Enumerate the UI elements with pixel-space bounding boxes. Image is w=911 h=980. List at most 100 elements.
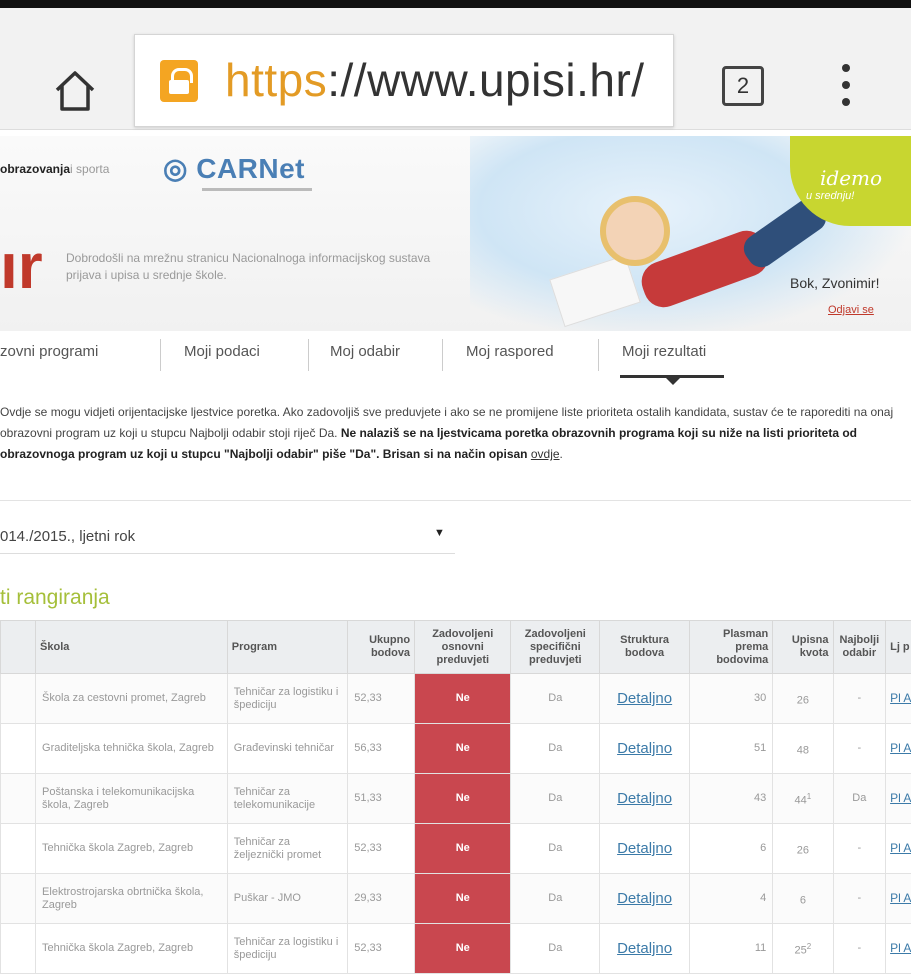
rankings-table: Škola Program Ukupno bodova Zadovoljeni … [0,620,911,974]
carnet-logo[interactable]: ◎ CARNet [163,152,305,185]
cell-edge-link[interactable]: Pl Ab [885,823,911,874]
details-link[interactable]: Detaljno [599,923,691,974]
cell-specific-prereq: Da [510,773,601,824]
col-header-edge: Lj p [885,620,911,674]
home-icon[interactable] [52,68,98,114]
carnet-tagline [202,188,312,191]
cell-basic-prereq: Ne [414,723,512,774]
cell-basic-prereq: Ne [414,873,512,924]
cell-program: Tehničar za logistiku i špediciju [226,923,349,974]
cell-points: 56,33 [347,723,416,774]
nav-item-my-choice[interactable]: Moj odabir [330,343,400,360]
site-logo[interactable]: ır [0,234,43,298]
row-index [0,673,37,724]
table-row: Škola za cestovni promet, Zagreb Tehniča… [0,673,911,724]
cell-edge-link[interactable]: Pl Ab [885,923,911,974]
cell-quota: 252 [772,923,834,974]
divider [0,500,911,501]
cell-edge-link[interactable]: Pl Ab [885,773,911,824]
cell-points: 52,33 [347,673,416,724]
col-header-basic-prereq: Zadovoljeni osnovni preduvjeti [414,620,512,674]
cell-best-choice: - [832,723,887,774]
col-header-best-choice: Najbolji odabir [832,620,887,674]
cell-placement: 4 [689,873,774,924]
details-link[interactable]: Detaljno [599,773,691,824]
cell-points: 52,33 [347,923,416,974]
nav-divider [598,339,599,371]
ministry-label: obrazovanjai sporta [0,162,110,176]
nav-item-my-data[interactable]: Moji podaci [184,343,260,360]
table-row: Elektrostrojarska obrtnička škola, Zagre… [0,873,911,924]
table-header-row: Škola Program Ukupno bodova Zadovoljeni … [0,620,911,674]
details-link[interactable]: Detaljno [599,823,691,874]
cell-school: Tehnička škola Zagreb, Zagreb [35,923,228,974]
cell-edge-link[interactable]: Pl Ab [885,673,911,724]
nav-item-my-results[interactable]: Moji rezultati [622,343,706,360]
table-row: Tehnička škola Zagreb, Zagreb Tehničar z… [0,823,911,874]
nav-item-programs[interactable]: zovni programi [0,343,98,360]
nav-divider [160,339,161,371]
cell-specific-prereq: Da [510,673,601,724]
table-row: Poštanska i telekomunikacijska škola, Za… [0,773,911,824]
cell-points: 29,33 [347,873,416,924]
col-header-school: Škola [35,620,228,674]
idemo-subtext: u srednju! [806,190,855,202]
details-link[interactable]: Detaljno [599,673,691,724]
nav-item-my-schedule[interactable]: Moj raspored [466,343,554,360]
table-row: Graditeljska tehnička škola, Zagreb Građ… [0,723,911,774]
cell-placement: 51 [689,723,774,774]
main-nav: zovni programi Moji podaci Moj odabir Mo… [0,333,911,385]
col-header-index [0,620,37,674]
cell-school: Škola za cestovni promet, Zagreb [35,673,228,724]
cell-best-choice: - [832,873,887,924]
cell-school: Poštanska i telekomunikacijska škola, Za… [35,773,228,824]
cell-basic-prereq: Ne [414,773,512,824]
cell-best-choice: - [832,923,887,974]
cell-program: Puškar - JMO [226,873,349,924]
cell-specific-prereq: Da [510,923,601,974]
cell-placement: 43 [689,773,774,824]
col-header-placement: Plasman prema bodovima [689,620,774,674]
cell-points: 52,33 [347,823,416,874]
cell-best-choice: - [832,673,887,724]
cell-best-choice: - [832,823,887,874]
cell-basic-prereq: Ne [414,923,512,974]
cell-edge-link[interactable]: Pl Ab [885,873,911,924]
row-index [0,723,37,774]
cell-quota: 441 [772,773,834,824]
cell-quota: 26 [772,823,834,874]
cell-specific-prereq: Da [510,723,601,774]
cell-school: Tehnička škola Zagreb, Zagreb [35,823,228,874]
logout-link[interactable]: Odjavi se [828,304,874,316]
info-link[interactable]: ovdje [531,447,560,461]
cell-specific-prereq: Da [510,823,601,874]
welcome-text: Dobrodošli na mrežnu stranicu Nacionalno… [66,251,431,282]
cell-basic-prereq: Ne [414,823,512,874]
details-link[interactable]: Detaljno [599,873,691,924]
kebab-menu-icon[interactable] [840,64,852,114]
cell-edge-link[interactable]: Pl Ab [885,723,911,774]
cell-placement: 11 [689,923,774,974]
table-row: Tehnička škola Zagreb, Zagreb Tehničar z… [0,923,911,974]
col-header-total-points: Ukupno bodova [347,620,416,674]
cell-placement: 6 [689,823,774,874]
term-select[interactable]: 014./2015., ljetni rok ▼ [0,524,455,554]
cell-best-choice: Da [832,773,887,824]
col-header-program: Program [226,620,349,674]
cell-quota: 6 [772,873,834,924]
col-header-quota: Upisna kvota [772,620,834,674]
term-select-value: 014./2015., ljetni rok [0,528,136,545]
cell-placement: 30 [689,673,774,724]
cell-specific-prereq: Da [510,873,601,924]
user-greeting: Bok, Zvonimir! [790,275,880,291]
cell-quota: 26 [772,673,834,724]
cell-program: Tehničar za logistiku i špediciju [226,673,349,724]
cell-program: Tehničar za telekomunikacije [226,773,349,824]
tab-switcher-button[interactable]: 2 [722,66,764,106]
details-link[interactable]: Detaljno [599,723,691,774]
url-text[interactable]: https://www.upisi.hr/ [225,53,645,107]
girl-head-illustration [600,196,670,266]
active-tab-arrow [665,377,681,385]
col-header-points-structure: Struktura bodova [599,620,691,674]
site-header: obrazovanjai sporta ◎ CARNet ır Dobrodoš… [0,136,911,331]
